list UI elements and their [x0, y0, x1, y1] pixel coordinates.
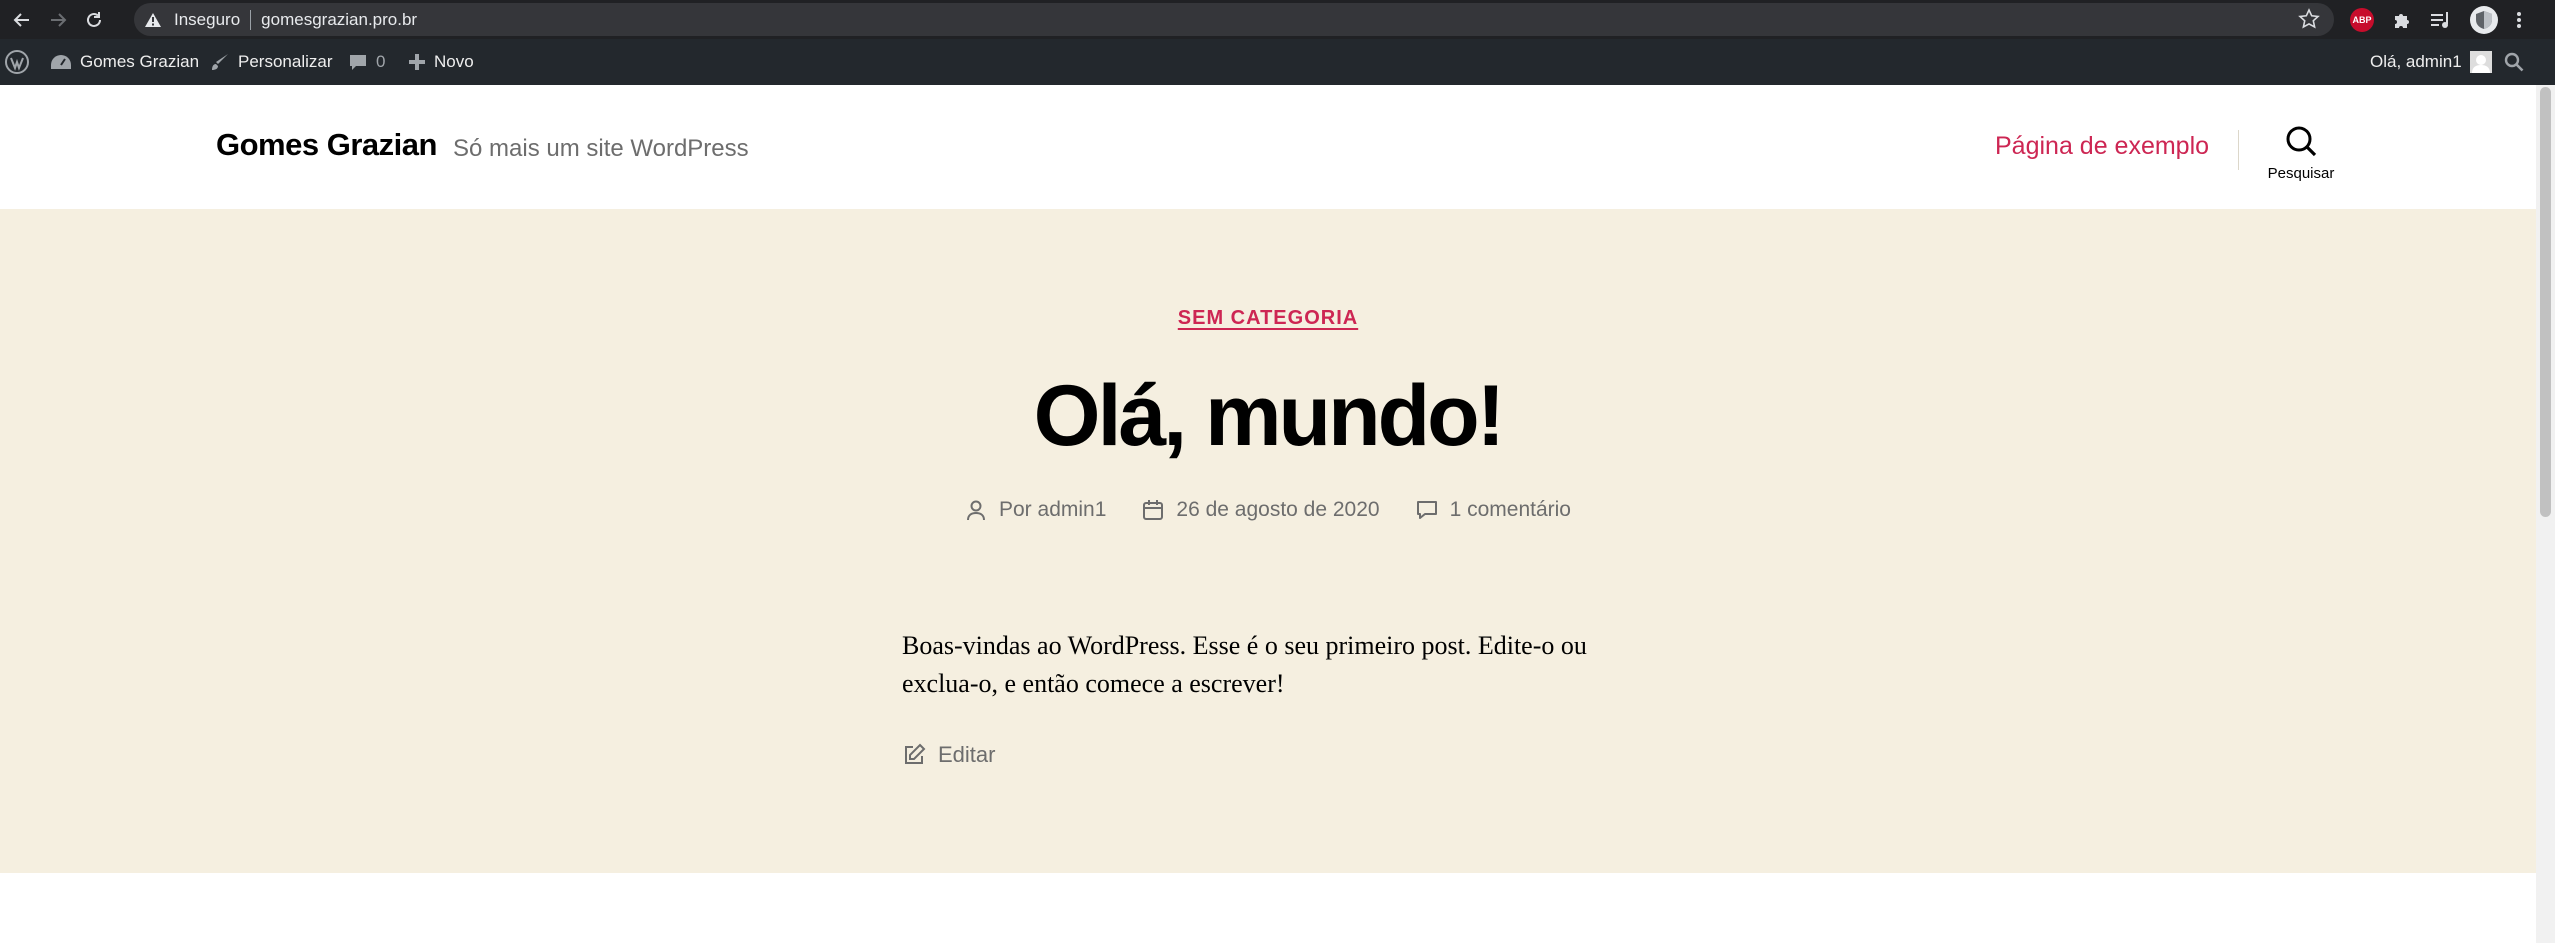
address-bar[interactable]: Inseguro gomesgrazian.pro.br: [134, 3, 2334, 36]
post-comments[interactable]: 1 comentário: [1416, 498, 1571, 522]
bookmark-star-icon[interactable]: [2298, 8, 2320, 30]
extensions-area: ABP: [2350, 0, 2522, 39]
paintbrush-icon: [210, 52, 230, 72]
adminbar-site-link[interactable]: Gomes Grazian: [50, 39, 199, 85]
forward-icon[interactable]: [40, 0, 76, 39]
reload-icon[interactable]: [76, 0, 112, 39]
calendar-icon: [1142, 499, 1164, 521]
edit-post-label[interactable]: Editar: [938, 742, 995, 768]
adminbar-search-icon[interactable]: [2504, 39, 2524, 85]
site-title[interactable]: Gomes Grazian: [216, 127, 437, 163]
site-header: Gomes Grazian Só mais um site WordPress …: [0, 85, 2536, 209]
site-description: Só mais um site WordPress: [453, 135, 749, 162]
menu-item-sample-page[interactable]: Página de exemplo: [1995, 132, 2209, 161]
page-scrollbar[interactable]: [2536, 85, 2555, 943]
user-avatar-icon: [2469, 51, 2492, 73]
category-link[interactable]: SEM CATEGORIA: [1178, 307, 1358, 329]
divider: [250, 9, 252, 30]
wp-admin-bar: Gomes Grazian Personalizar 0 Novo Olá, a…: [0, 39, 2555, 85]
post-content: Boas-vindas ao WordPress. Esse é o seu p…: [902, 631, 1587, 698]
adminbar-greeting: Olá, admin1: [2370, 52, 2462, 71]
adminbar-new-label: Novo: [434, 52, 474, 71]
post-comments-text[interactable]: 1 comentário: [1450, 498, 1571, 522]
header-divider: [2238, 130, 2239, 170]
adminbar-new[interactable]: Novo: [408, 39, 474, 85]
adminbar-my-account[interactable]: Olá, admin1: [2370, 39, 2492, 85]
search-toggle-button[interactable]: Pesquisar: [2262, 125, 2340, 182]
scrollbar-thumb[interactable]: [2540, 87, 2551, 517]
post-author[interactable]: Por admin1: [965, 498, 1106, 522]
edit-post-link[interactable]: Editar: [902, 742, 995, 768]
user-icon: [965, 499, 987, 521]
wordpress-logo-icon[interactable]: [4, 39, 30, 85]
post-meta: Por admin1 26 de agosto de 2020 1 coment…: [0, 498, 2536, 522]
post-date-text[interactable]: 26 de agosto de 2020: [1176, 498, 1379, 522]
adminbar-site-name: Gomes Grazian: [80, 52, 200, 71]
post-category: SEM CATEGORIA: [0, 307, 2536, 330]
warning-icon[interactable]: [144, 12, 164, 28]
post-author-text[interactable]: Por admin1: [999, 498, 1106, 522]
comment-icon: [1416, 499, 1438, 521]
edit-icon: [902, 743, 926, 767]
url-text[interactable]: gomesgrazian.pro.br: [261, 10, 417, 30]
media-queue-icon[interactable]: [2430, 10, 2452, 30]
security-status[interactable]: Inseguro: [174, 10, 240, 30]
comment-bubble-icon: [348, 52, 368, 72]
adminbar-comments[interactable]: 0: [348, 39, 385, 85]
adblock-plus-icon[interactable]: ABP: [2350, 7, 2374, 32]
adminbar-customize-label: Personalizar: [238, 52, 333, 71]
post-title[interactable]: Olá, mundo!: [0, 367, 2536, 466]
browser-menu-icon[interactable]: [2516, 10, 2522, 30]
search-toggle-label: Pesquisar: [2267, 165, 2335, 182]
browser-toolbar: Inseguro gomesgrazian.pro.br ABP: [0, 0, 2555, 39]
post-header-section: SEM CATEGORIA Olá, mundo! Por admin1 26 …: [0, 209, 2536, 873]
adminbar-customize[interactable]: Personalizar: [210, 39, 333, 85]
search-icon: [2504, 52, 2524, 72]
dashboard-icon: [50, 53, 72, 71]
search-icon: [2285, 125, 2317, 157]
profile-avatar-icon[interactable]: [2470, 5, 2498, 34]
extensions-puzzle-icon[interactable]: [2392, 10, 2412, 30]
post-date[interactable]: 26 de agosto de 2020: [1142, 498, 1380, 522]
plus-icon: [408, 53, 426, 71]
adminbar-comments-count: 0: [376, 52, 386, 71]
back-icon[interactable]: [4, 0, 40, 39]
